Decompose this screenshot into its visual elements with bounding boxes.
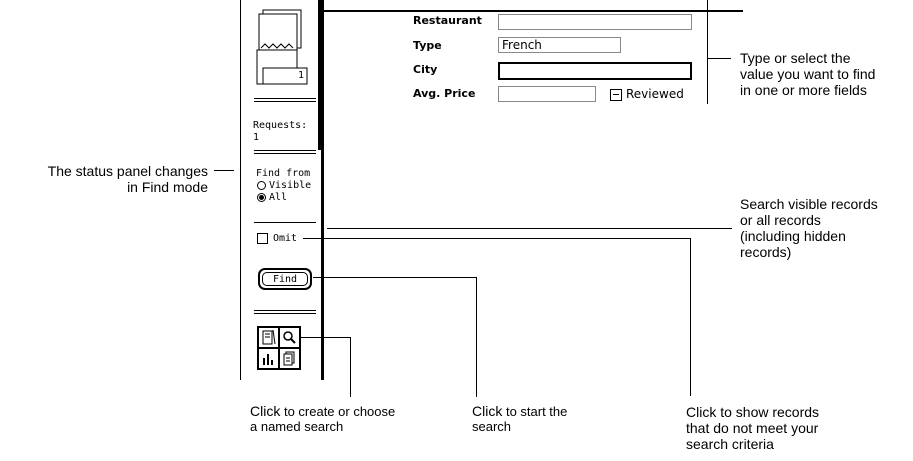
status-panel-scrollbar[interactable]: [318, 0, 323, 150]
panel-divider-1: [254, 98, 316, 99]
reviewed-checkbox[interactable]: [610, 89, 622, 101]
callout-start-search-rest: to start the: [502, 404, 568, 419]
callout-start-search-line2: search: [472, 419, 512, 434]
panel-divider-1b: [254, 101, 316, 102]
leader-named-search-h: [299, 337, 351, 338]
status-panel-scroll-track[interactable]: [321, 150, 323, 380]
radio-all[interactable]: [257, 193, 266, 202]
leader-type-select: [707, 58, 731, 59]
window-right-edge: [707, 0, 708, 104]
callout-type-select-line2: value you want to find: [740, 66, 876, 82]
panel-divider-2b: [254, 153, 316, 154]
city-label: City: [413, 63, 438, 76]
restaurant-field[interactable]: [498, 14, 692, 30]
find-button-label: Find: [272, 274, 298, 285]
leader-find-h: [313, 277, 476, 278]
callout-omit-line3: search criteria: [686, 436, 774, 452]
leader-omit-h: [303, 238, 691, 239]
callout-type-select: Type or select the value you want to fin…: [740, 50, 910, 98]
layout-tool-icon[interactable]: [258, 327, 279, 348]
callout-search-visible-line1: Search visible records: [740, 196, 878, 212]
find-button[interactable]: Find: [258, 268, 312, 290]
leader-status-panel: [214, 170, 234, 171]
avg-price-label: Avg. Price: [413, 87, 476, 100]
reviewed-label: Reviewed: [626, 87, 684, 101]
panel-divider-4: [254, 310, 316, 311]
leader-named-search-v: [350, 337, 351, 397]
omit-checkbox[interactable]: [257, 233, 268, 244]
restaurant-label: Restaurant: [413, 14, 482, 27]
callout-named-search-click: Click: [250, 403, 281, 419]
callout-status-line1: The status panel changes: [47, 163, 208, 179]
status-panel-divider: [323, 0, 324, 380]
type-field[interactable]: French: [498, 37, 621, 53]
callout-start-search: Click to start the search: [472, 403, 622, 435]
callout-omit: Click to show records that do not meet y…: [686, 404, 886, 452]
callout-omit-line2: that do not meet your: [686, 420, 819, 436]
radio-visible-label[interactable]: Visible: [269, 180, 311, 192]
window-top-edge: [323, 10, 743, 12]
callout-search-visible-line3: (including hidden: [740, 228, 846, 244]
record-number: 1: [298, 70, 305, 81]
type-label: Type: [413, 39, 442, 52]
omit-label[interactable]: Omit: [273, 233, 297, 245]
status-panel-left-border: [240, 0, 241, 380]
callout-omit-line1: Click to show records: [686, 404, 820, 420]
callout-named-search-rest: to create or choose: [280, 404, 396, 419]
report-tool-icon[interactable]: [279, 348, 300, 369]
leader-search-visible: [327, 228, 732, 229]
requests-count: 1: [253, 132, 260, 143]
requests-label: Requests:: [253, 120, 308, 131]
callout-start-search-click: Click: [472, 403, 503, 419]
callout-named-search-line2: a named search: [250, 419, 344, 434]
leader-find-v: [476, 277, 477, 397]
chart-tool-icon[interactable]: [258, 348, 279, 369]
named-search-icon[interactable]: [279, 327, 300, 348]
callout-status-line2: in Find mode: [127, 179, 208, 195]
callout-status-panel: The status panel changes in Find mode: [0, 163, 208, 195]
panel-divider-4b: [254, 313, 316, 314]
callout-type-select-line1: Type or select the: [740, 50, 851, 66]
panel-divider-2: [254, 150, 316, 151]
callout-type-select-line3: in one or more fields: [740, 82, 867, 98]
radio-all-label[interactable]: All: [269, 192, 287, 204]
callout-search-visible: Search visible records or all records (i…: [740, 196, 912, 260]
callout-search-visible-line2: or all records: [740, 212, 821, 228]
radio-visible[interactable]: [257, 181, 266, 190]
leader-omit-v: [690, 238, 691, 396]
book-icon[interactable]: [255, 8, 311, 98]
callout-named-search: Click to create or choose a named search: [250, 403, 450, 435]
panel-divider-3: [254, 222, 316, 223]
city-field[interactable]: [498, 62, 692, 80]
find-from-label: Find from: [256, 168, 311, 179]
avg-price-field[interactable]: [498, 86, 596, 102]
callout-search-visible-line4: records): [740, 244, 792, 260]
